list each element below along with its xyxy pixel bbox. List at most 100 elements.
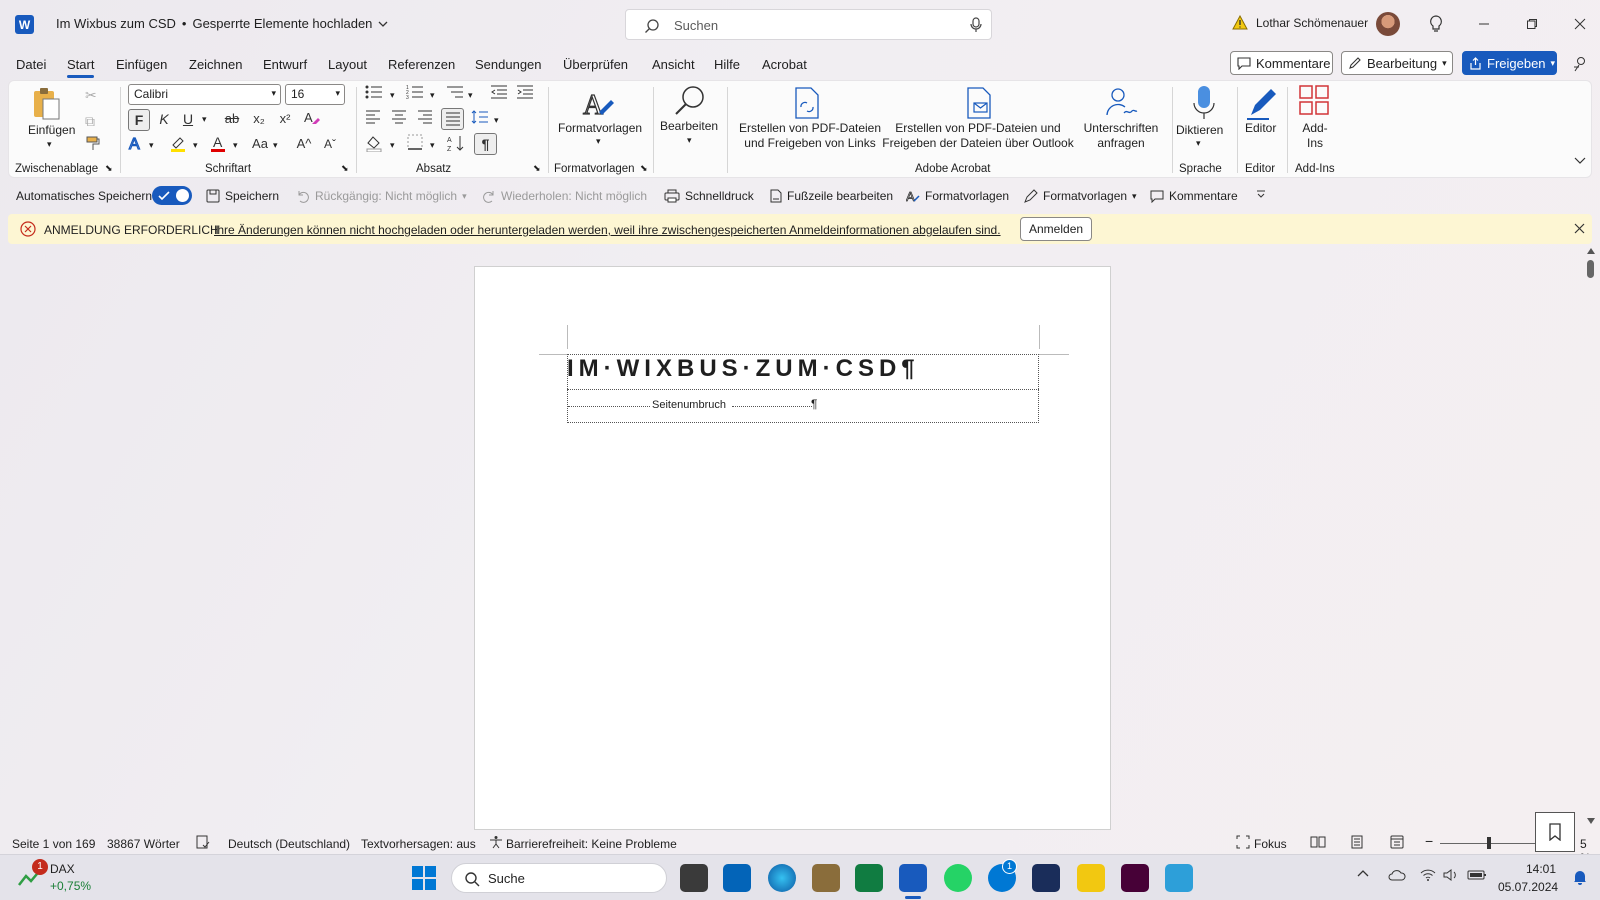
teamviewer-icon[interactable] — [1032, 864, 1060, 892]
multilevel-list-icon[interactable] — [446, 84, 466, 100]
editor-pen-icon[interactable] — [1245, 85, 1279, 121]
pdf-outlook-button[interactable]: Erstellen von PDF-Dateien und Freigeben … — [880, 121, 1076, 151]
user-area[interactable]: Lothar Schömenauer — [1232, 15, 1368, 30]
chevron-down-icon[interactable]: ▾ — [687, 135, 692, 146]
dialog-launcher-icon[interactable]: ⬊ — [341, 163, 349, 174]
close-icon[interactable] — [1574, 223, 1585, 234]
addins-button[interactable]: Add-Ins — [1299, 121, 1331, 151]
document-title[interactable]: Im Wixbus zum CSD • Gesperrte Elemente h… — [56, 16, 388, 31]
file-explorer-icon[interactable] — [1077, 864, 1105, 892]
coauthor-icon[interactable] — [1568, 52, 1592, 76]
message-link[interactable]: Ihre Änderungen können nicht hochgeladen… — [214, 223, 1001, 237]
justify-icon[interactable] — [441, 108, 464, 130]
tab-ansicht[interactable]: Ansicht — [652, 57, 695, 72]
italic-button[interactable]: K — [155, 109, 173, 129]
editor-button[interactable]: Editor — [1245, 121, 1276, 136]
task-view-icon[interactable] — [680, 864, 708, 892]
clock-time[interactable]: 14:01 — [1504, 862, 1556, 876]
paste-button[interactable]: Einfügen — [28, 123, 75, 138]
user-avatar[interactable] — [1376, 12, 1400, 36]
cut-icon[interactable]: ✂ — [85, 85, 97, 105]
vertical-scrollbar[interactable] — [1585, 248, 1597, 830]
chevron-down-icon[interactable]: ▾ — [390, 140, 395, 151]
tab-zeichnen[interactable]: Zeichnen — [189, 57, 242, 72]
paste-icon[interactable] — [31, 87, 61, 121]
battery-icon[interactable] — [1467, 869, 1487, 881]
pdf-link-icon[interactable] — [793, 87, 821, 119]
wifi-icon[interactable] — [1420, 869, 1436, 881]
scroll-down-arrow-icon[interactable] — [1587, 818, 1595, 824]
find-icon[interactable] — [673, 84, 707, 118]
close-icon[interactable] — [1568, 12, 1592, 36]
search-box[interactable]: Suchen — [625, 9, 992, 40]
copy-icon[interactable]: ⧉ — [85, 111, 95, 131]
customize-qat-icon[interactable] — [1256, 189, 1266, 199]
pdf-outlook-icon[interactable] — [965, 87, 993, 119]
minimize-icon[interactable] — [1472, 12, 1496, 36]
excel-icon[interactable] — [855, 864, 883, 892]
edge-icon[interactable] — [768, 864, 796, 892]
page-count[interactable]: Seite 1 von 169 — [12, 837, 95, 851]
font-size-select[interactable]: 16 ▾ — [285, 84, 345, 105]
superscript-button[interactable]: x² — [275, 109, 295, 129]
save-button[interactable]: Speichern — [206, 189, 279, 203]
widget-name[interactable]: DAX — [50, 862, 75, 876]
outlook-icon[interactable] — [723, 864, 751, 892]
user-name[interactable]: Lothar Schömenauer — [1256, 16, 1368, 30]
shading-icon[interactable] — [365, 134, 387, 152]
tab-referenzen[interactable]: Referenzen — [388, 57, 455, 72]
zoom-slider-thumb[interactable] — [1487, 837, 1491, 849]
tab-datei[interactable]: Datei — [16, 57, 46, 72]
volume-icon[interactable] — [1443, 869, 1459, 881]
page-break-frame[interactable]: Seitenumbruch ¶ — [567, 389, 1039, 423]
bold-button[interactable]: F — [128, 109, 150, 131]
print-layout-icon[interactable] — [1350, 835, 1364, 849]
highlight-icon[interactable] — [169, 134, 191, 152]
underline-button[interactable]: U — [179, 109, 197, 129]
tab-acrobat[interactable]: Acrobat — [762, 57, 807, 72]
bullets-icon[interactable] — [365, 84, 385, 100]
decrease-indent-icon[interactable] — [490, 84, 510, 100]
comments-button[interactable]: Kommentare — [1230, 51, 1333, 75]
chevron-down-icon[interactable]: ▾ — [390, 90, 395, 101]
clear-formatting-icon[interactable]: A — [303, 109, 323, 127]
search-input[interactable]: Suchen — [674, 18, 718, 33]
signin-button[interactable]: Anmelden — [1020, 217, 1093, 241]
comments-qat-button[interactable]: Kommentare — [1150, 189, 1238, 203]
whatsapp-icon[interactable] — [944, 864, 972, 892]
editing-mode-button[interactable]: Bearbeitung ▾ — [1341, 51, 1453, 75]
share-button[interactable]: Freigeben ▾ — [1462, 51, 1557, 75]
clock-date[interactable]: 05.07.2024 — [1498, 880, 1558, 894]
editing-button[interactable]: Bearbeiten — [660, 119, 718, 134]
sort-icon[interactable]: AZ — [447, 134, 469, 152]
strikethrough-button[interactable]: ab — [222, 109, 242, 129]
word-app-icon[interactable]: W — [15, 15, 34, 34]
autosave-toggle[interactable] — [152, 186, 192, 205]
chevron-down-icon[interactable]: ▾ — [494, 115, 499, 126]
styles-button[interactable]: Formatvorlagen — [558, 121, 642, 136]
chevron-down-icon[interactable]: ▾ — [468, 90, 473, 101]
dialog-launcher-icon[interactable]: ⬊ — [105, 163, 113, 174]
quick-print-button[interactable]: Schnelldruck — [664, 189, 754, 203]
language-indicator[interactable]: Deutsch (Deutschland) — [228, 837, 350, 851]
chevron-down-icon[interactable]: ▾ — [202, 114, 207, 125]
taskbar-search[interactable]: Suche — [451, 863, 667, 893]
chevron-down-icon[interactable]: ▾ — [273, 140, 278, 151]
tab-start[interactable]: Start — [67, 57, 95, 78]
styles-icon[interactable]: A — [581, 86, 615, 120]
font-color-icon[interactable]: A — [209, 134, 231, 152]
align-right-icon[interactable] — [417, 109, 437, 125]
onedrive-icon[interactable] — [1388, 869, 1406, 881]
signature-icon[interactable] — [1104, 87, 1138, 119]
word-taskbar-icon[interactable] — [899, 864, 927, 892]
accessibility-status[interactable]: Barrierefreiheit: Keine Probleme — [506, 837, 677, 851]
line-spacing-icon[interactable] — [471, 109, 491, 125]
edit-footer-button[interactable]: Fußzeile bearbeiten — [770, 189, 893, 203]
borders-icon[interactable] — [407, 134, 427, 150]
styles-qat-button-2[interactable]: Formatvorlagen ▾ — [1024, 189, 1137, 203]
read-mode-icon[interactable] — [1310, 835, 1326, 849]
remote-desktop-icon[interactable] — [1165, 864, 1193, 892]
web-layout-icon[interactable] — [1390, 835, 1404, 849]
format-painter-icon[interactable] — [85, 135, 101, 151]
show-formatting-marks-button[interactable]: ¶ — [474, 133, 497, 155]
